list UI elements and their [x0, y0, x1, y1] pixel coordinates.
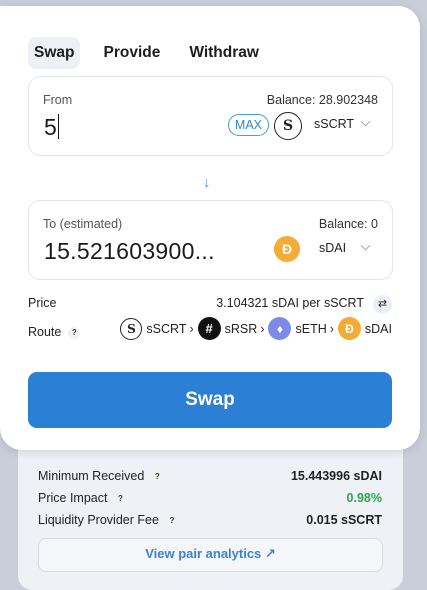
lp-fee-label: Liquidity Provider Fee	[38, 513, 159, 527]
price-impact-value: 0.98%	[346, 491, 382, 505]
route-row: Route? S sSCRT › # sRSR › ♦ sETH › Đ sDAI	[28, 317, 392, 340]
help-icon[interactable]: ?	[151, 471, 164, 483]
route-path: S sSCRT › # sRSR › ♦ sETH › Đ sDAI	[120, 317, 392, 340]
from-box: From Balance: 28.902348 5 MAX S sSCRT	[28, 76, 393, 156]
reserve-rights-icon: #	[197, 317, 221, 340]
tab-bar: Swap Provide Withdraw	[28, 37, 282, 69]
swap-button[interactable]: Swap	[28, 372, 392, 428]
dai-icon: Đ	[274, 236, 300, 262]
price-label: Price	[28, 296, 57, 310]
route-hop: sSCRT	[146, 321, 187, 336]
lp-fee-value: 0.015 sSCRT	[306, 513, 382, 527]
to-balance: Balance: 0	[318, 217, 378, 231]
chevron-down-icon[interactable]	[360, 116, 371, 127]
tab-swap[interactable]: Swap	[28, 37, 81, 69]
route-label: Route	[28, 325, 62, 339]
min-received-value: 15.443996 sDAI	[290, 469, 382, 483]
view-pair-analytics-link[interactable]: View pair analytics ↗	[38, 538, 383, 572]
from-token-select[interactable]: sSCRT	[314, 117, 354, 131]
to-label: To (estimated)	[43, 217, 123, 231]
route-separator: ›	[260, 321, 265, 336]
swap-direction-icon[interactable]: ⇄	[373, 295, 392, 314]
help-icon[interactable]: ?	[114, 493, 127, 505]
ethereum-icon: ♦	[268, 317, 292, 340]
chevron-down-icon[interactable]	[360, 240, 371, 251]
min-received-label: Minimum Received	[38, 469, 145, 483]
route-hop: sDAI	[364, 321, 392, 336]
route-separator: ›	[329, 321, 334, 336]
route-separator: ›	[189, 321, 194, 336]
to-amount-field[interactable]: 15.521603900...	[44, 238, 215, 265]
lp-fee-row: Liquidity Provider Fee? 0.015 sSCRT	[38, 513, 382, 527]
to-token-select[interactable]: sDAI	[319, 241, 346, 255]
price-impact-label: Price Impact	[38, 491, 108, 505]
help-icon[interactable]: ?	[165, 515, 178, 527]
minimum-received-row: Minimum Received? 15.443996 sDAI	[38, 469, 382, 483]
secret-network-icon: S	[274, 112, 302, 140]
dai-icon: Đ	[337, 317, 361, 340]
from-amount-input[interactable]: 5	[44, 114, 60, 141]
text-caret	[58, 114, 60, 139]
tab-withdraw[interactable]: Withdraw	[183, 37, 265, 69]
price-impact-row: Price Impact? 0.98%	[38, 491, 382, 505]
to-box: To (estimated) Balance: 0 15.521603900..…	[28, 200, 393, 280]
arrow-down-icon[interactable]: ↓	[203, 174, 211, 191]
price-value: 3.104321 sDAI per sSCRT	[216, 296, 364, 310]
help-icon[interactable]: ?	[68, 327, 81, 339]
price-row: Price 3.104321 sDAI per sSCRT ⇄	[28, 295, 392, 314]
tab-provide[interactable]: Provide	[97, 37, 166, 69]
secret-network-icon: S	[120, 317, 143, 340]
from-balance: Balance: 28.902348	[266, 93, 378, 107]
swap-card: Swap Provide Withdraw From Balance: 28.9…	[0, 6, 420, 450]
route-hop: sETH	[295, 321, 327, 336]
from-label: From	[43, 93, 73, 107]
route-hop: sRSR	[224, 321, 258, 336]
max-button[interactable]: MAX	[227, 114, 269, 136]
from-amount-value: 5	[44, 114, 58, 140]
